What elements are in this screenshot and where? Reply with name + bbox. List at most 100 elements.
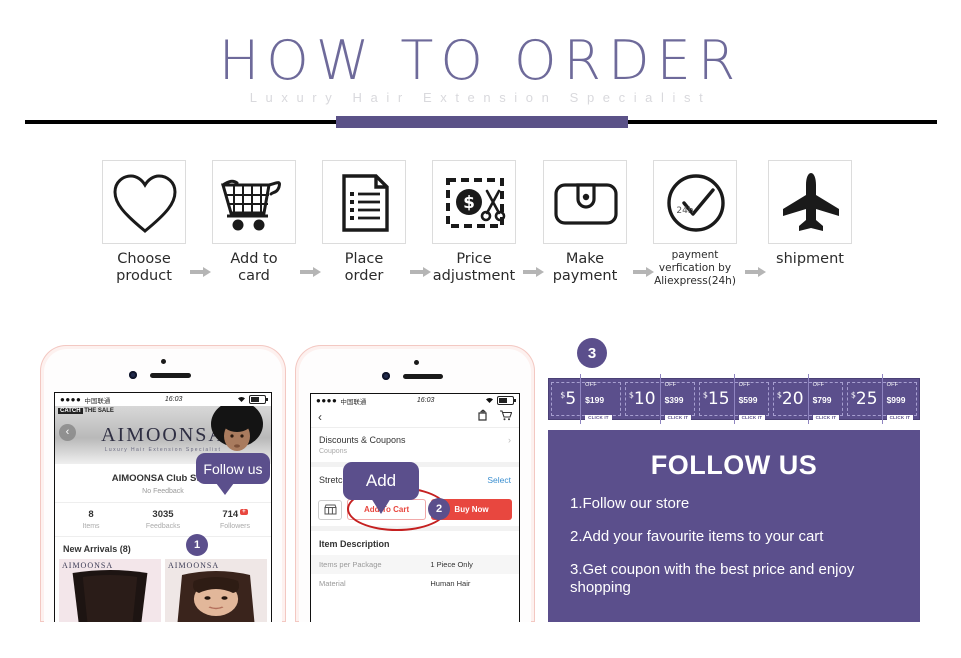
airplane-icon (768, 160, 852, 244)
stat-items: 8 Items (82, 509, 100, 530)
steps-row: Choose product Add to card Place order $… (0, 160, 961, 295)
clock-label: 16:03 (416, 397, 435, 404)
battery-icon (497, 396, 516, 405)
coupon-item[interactable]: $25 OFF $999 CLICK IT (847, 373, 917, 425)
step-shipment: shipment (766, 160, 854, 268)
coupon-min-spend: $399 (664, 394, 684, 405)
wifi-icon (486, 397, 493, 403)
coupon-amount: $25 (850, 388, 878, 409)
follow-us-title: FOLLOW US (650, 450, 818, 480)
follow-plus-badge[interactable]: + (240, 509, 248, 515)
step-label: Make payment (552, 251, 618, 285)
callout-add: Add (343, 462, 419, 514)
back-icon[interactable]: ‹ (318, 410, 322, 424)
sensor-icon (129, 371, 137, 379)
coupon-cta[interactable]: CLICK IT (812, 415, 840, 423)
step-label: Choose product (116, 251, 172, 285)
coupon-off-label: OFF (812, 381, 825, 388)
coupon-cta[interactable]: CLICK IT (738, 415, 766, 423)
status-bar: ●●●● 中国联通 16:03 (311, 394, 519, 407)
arrow-icon (300, 266, 322, 278)
select-link[interactable]: Select (487, 475, 511, 485)
coupon-off-label: OFF (886, 381, 899, 388)
shopping-cart-icon (212, 160, 296, 244)
coupons-sublabel: Coupons (319, 448, 348, 455)
coupon-min-spend: $199 (585, 394, 605, 405)
page-title: HOW TO ORDER (218, 29, 743, 92)
step-place-order: Place order (320, 160, 408, 285)
front-camera-icon (161, 359, 166, 364)
coupon-item[interactable]: $10 OFF $399 CLICK IT (625, 373, 695, 425)
page-subtitle: Luxury Hair Extension Specialist (249, 90, 712, 105)
heart-icon (102, 160, 186, 244)
price-cut-icon: $ (432, 160, 516, 244)
coupon-amount: $20 (776, 388, 804, 409)
phone-screen: ●●●● 中国联通 16:03 CATCH THE SALE ‹ AIMOONS… (54, 392, 272, 622)
product-card[interactable]: AIMOONSA (59, 559, 161, 622)
coupon-item[interactable]: $5 OFF $199 CLICK IT (551, 373, 621, 425)
product-card[interactable]: AIMOONSA (165, 559, 267, 622)
item-description-heading: Item Description (319, 539, 390, 549)
coupon-min-spend: $599 (738, 394, 758, 405)
coupon-cta[interactable]: CLICK IT (664, 415, 692, 423)
follow-step-2: 2.Add your favourite items to your cart (570, 527, 824, 545)
step-label: shipment (776, 251, 844, 267)
description-row: Items per Package 1 Piece Only (311, 555, 519, 574)
cart-icon[interactable] (499, 408, 513, 426)
carrier-label: 中国联通 (340, 398, 367, 406)
follow-step-1: 1.Follow our store (570, 495, 690, 512)
step-label: Add to card (230, 251, 278, 285)
sensor-icon (382, 372, 390, 380)
bubble-tail (216, 483, 234, 495)
product-navbar: ‹ (311, 407, 519, 428)
product-grid: AIMOONSA AIMOONSA (55, 559, 271, 622)
svg-text:24h: 24h (676, 206, 693, 216)
step-choose-product: Choose product (100, 160, 188, 285)
step-payment-verification: 24h payment verfication by Aliexpress(24h) (651, 160, 739, 288)
earpiece-speaker (150, 373, 191, 378)
coupon-amount: $5 (560, 388, 577, 409)
callout-follow-us: Follow us (196, 453, 270, 495)
new-arrivals-heading: New Arrivals (8) (63, 544, 131, 554)
coupon-item[interactable]: $20 OFF $799 CLICK IT (773, 373, 843, 425)
front-camera-icon (414, 360, 419, 365)
coupon-off-label: OFF (664, 381, 677, 388)
coupon-item[interactable]: $15 OFF $599 CLICK IT (699, 373, 769, 425)
arrow-icon (410, 266, 432, 278)
signal-dots-icon: ●●●● (60, 395, 82, 404)
step-label: payment verfication by Aliexpress(24h) (654, 249, 736, 288)
bubble-tail (371, 498, 391, 514)
follow-us-panel: FOLLOW US 1.Follow our store 2.Add your … (548, 430, 920, 622)
discounts-coupons-row[interactable]: Discounts & Coupons › (311, 428, 519, 448)
step-make-payment: Make payment (541, 160, 629, 285)
coupon-off-label: OFF (738, 381, 751, 388)
phone-body: ●●●● 中国联通 16:03 CATCH THE SALE ‹ AIMOONS… (44, 349, 282, 622)
svg-text:$: $ (463, 193, 475, 213)
sale-badge: CATCH THE SALE (58, 408, 114, 414)
page-header: HOW TO ORDER Luxury Hair Extension Speci… (0, 0, 961, 140)
store-stats: 8 Items 3035 Feedbacks 714 + Followers (55, 502, 271, 537)
step-number-1: 1 (186, 534, 208, 556)
wallet-icon (543, 160, 627, 244)
battery-icon (249, 395, 268, 404)
step-label: Price adjustment (432, 251, 516, 285)
share-icon[interactable] (477, 408, 489, 426)
description-row: Material Human Hair (319, 579, 471, 588)
clock-label: 16:03 (164, 396, 183, 403)
coupon-bar: $5 OFF $199 CLICK IT $10 OFF $399 CLICK … (548, 373, 920, 425)
coupon-cta[interactable]: CLICK IT (886, 415, 914, 423)
step-add-to-card: Add to card (210, 160, 298, 285)
step-price-adjustment: $ Price adjustment (430, 160, 518, 285)
wifi-icon (238, 396, 245, 402)
clock-24h-icon: 24h (653, 160, 737, 244)
signal-dots-icon: ●●●● (316, 396, 338, 405)
earpiece-speaker (403, 374, 443, 379)
phone-screen: ●●●● 中国联通 16:03 ‹ Discounts & Coupons › … (310, 393, 520, 622)
store-icon[interactable] (318, 499, 342, 520)
arrow-icon (190, 266, 212, 278)
step-number-3: 3 (577, 338, 607, 368)
stat-followers: 714 + Followers (220, 509, 250, 530)
document-icon (322, 160, 406, 244)
store-feedback: No Feedback (142, 488, 184, 495)
coupon-cta[interactable]: CLICK IT (585, 415, 612, 423)
